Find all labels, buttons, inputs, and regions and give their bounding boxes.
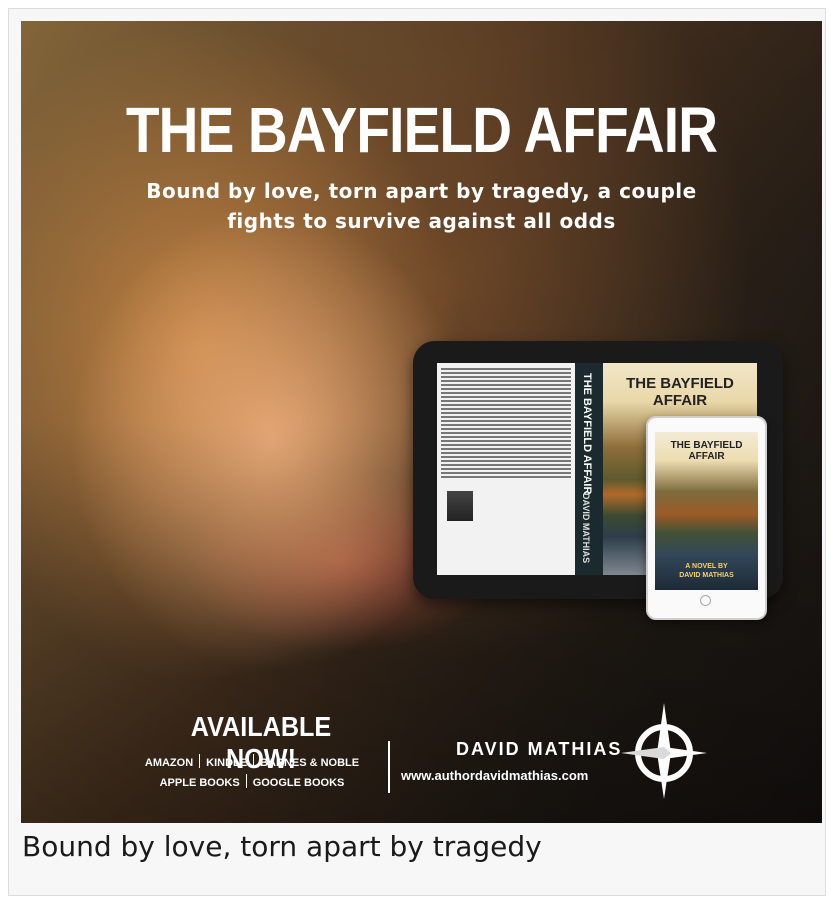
home-button-icon: [700, 595, 711, 606]
phone-cover-subtitle: A NOVEL BY: [685, 563, 728, 570]
phone-cover-author: DAVID MATHIAS: [679, 572, 734, 579]
author-website: www.authordavidmathias.com: [401, 768, 589, 783]
phone-screen: THE BAYFIELD AFFAIR A NOVEL BY DAVID MAT…: [655, 432, 758, 590]
store-row-2: APPLE BOOKS GOOGLE BOOKS: [127, 773, 377, 793]
spine-title: THE BAYFIELD AFFAIR: [581, 373, 593, 495]
author-photo: [447, 491, 473, 521]
back-cover-text: [441, 368, 571, 480]
compass-logo-icon: [621, 703, 707, 799]
phone-cover-title: THE BAYFIELD AFFAIR: [670, 440, 743, 462]
store-kindle: KINDLE: [206, 757, 248, 769]
store-apple-books: APPLE BOOKS: [159, 777, 240, 789]
store-barnes-noble: BARNES & NOBLE: [260, 757, 360, 769]
front-cover-title: THE BAYFIELD AFFAIR: [626, 375, 734, 409]
image-caption: Bound by love, torn apart by tragedy: [22, 830, 542, 863]
author-brand: DAVID MATHIAS: [456, 739, 623, 759]
store-list: AMAZON KINDLE BARNES & NOBLE APPLE BOOKS GO…: [127, 753, 377, 793]
phone-device-image: THE BAYFIELD AFFAIR A NOVEL BY DAVID MAT…: [646, 416, 767, 620]
book-promo-banner[interactable]: THE BAYFIELD AFFAIR Bound by love, torn …: [21, 21, 822, 823]
store-row-1: AMAZON KINDLE BARNES & NOBLE: [127, 753, 377, 773]
book-back-cover: [437, 363, 575, 575]
store-amazon: AMAZON: [144, 757, 194, 769]
banner-title: THE BAYFIELD AFFAIR: [125, 94, 718, 166]
book-spine: THE BAYFIELD AFFAIR DAVID MATHIAS: [575, 363, 603, 575]
spine-author: DAVID MATHIAS: [581, 493, 591, 564]
store-google-books: GOOGLE BOOKS: [252, 777, 345, 789]
banner-tagline: Bound by love, torn apart by tragedy, a …: [146, 179, 697, 233]
phone-cover-byline: A NOVEL BY DAVID MATHIAS: [655, 562, 758, 580]
footer-divider: [388, 741, 390, 793]
